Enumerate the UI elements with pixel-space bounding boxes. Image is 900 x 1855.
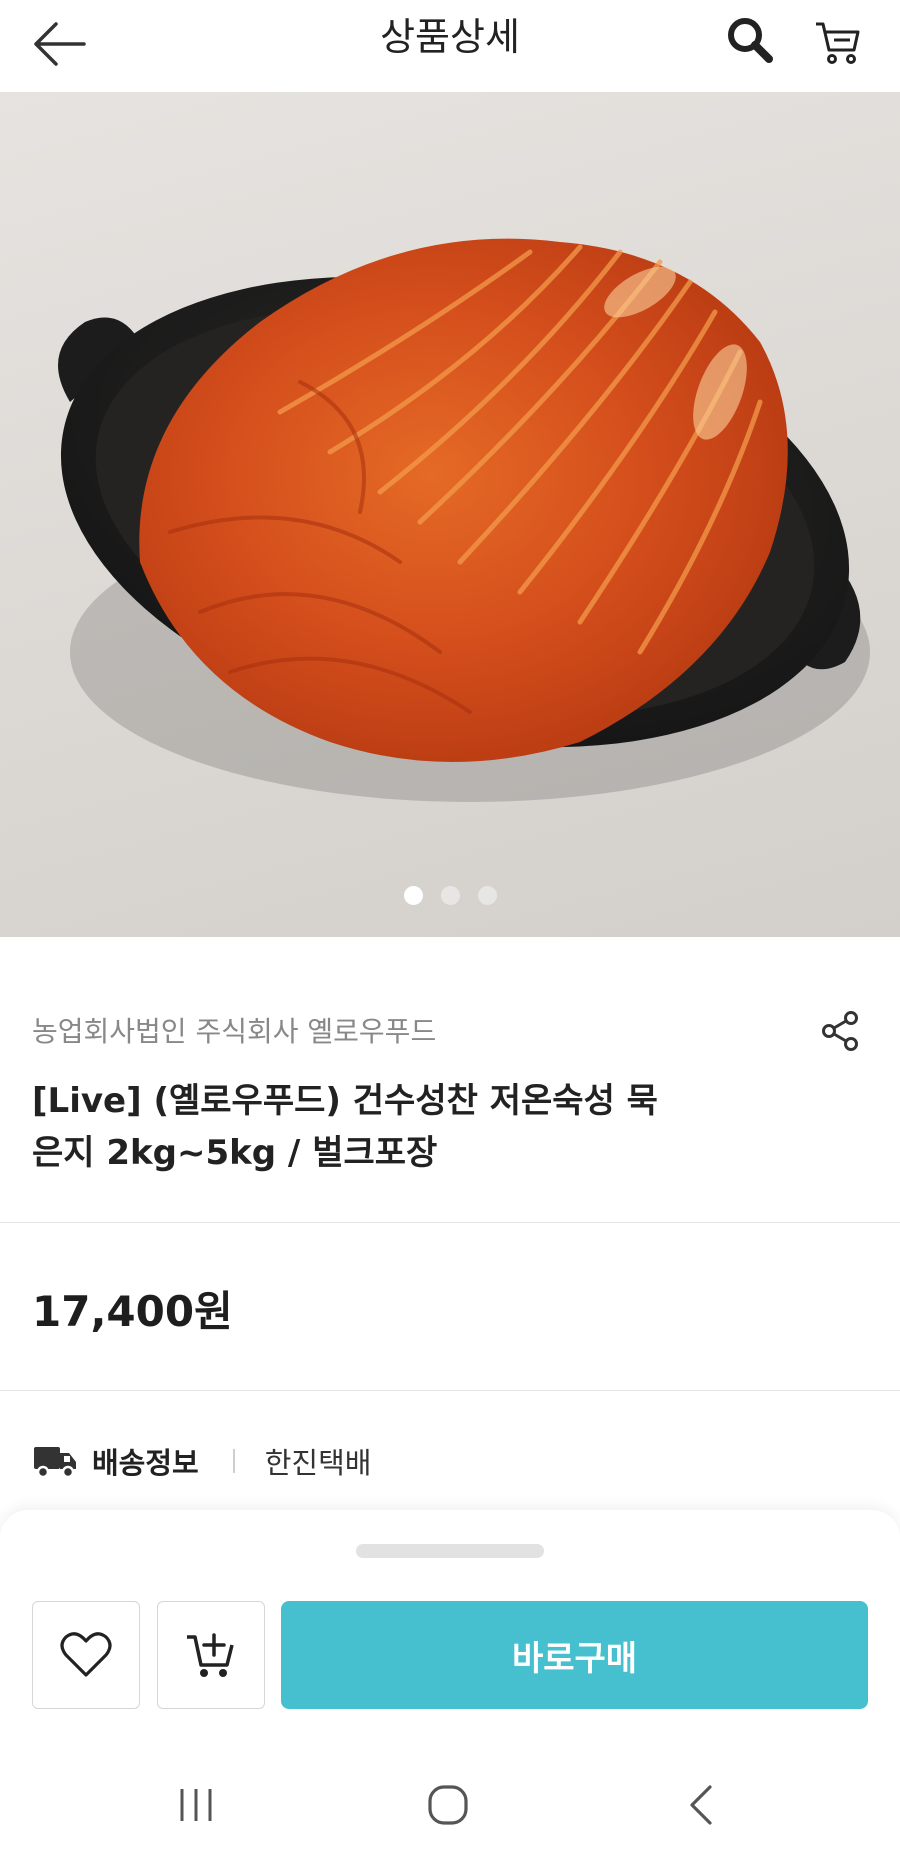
nav-back-icon (690, 1785, 712, 1825)
cart-icon (816, 22, 860, 64)
search-icon (728, 18, 773, 63)
add-to-cart-button[interactable] (157, 1601, 265, 1709)
heart-icon (60, 1632, 112, 1677)
recent-apps-icon (180, 1789, 212, 1821)
divider (0, 1222, 900, 1223)
carousel-indicator (0, 886, 900, 906)
wishlist-button[interactable] (32, 1601, 140, 1709)
kimchi-product-image (58, 238, 870, 802)
home-button[interactable] (418, 1775, 478, 1835)
share-icon (822, 1011, 858, 1051)
seller-name[interactable]: 농업회사법인 주식회사 옐로우푸드 (32, 1010, 436, 1050)
product-price: 17,400원 (32, 1287, 233, 1336)
product-title: [Live] (옐로우푸드) 건수성찬 저온숙성 묵 은지 2kg~5kg / … (32, 1075, 752, 1179)
truck-icon (34, 1447, 76, 1479)
sheet-drag-handle[interactable] (356, 1544, 544, 1558)
recent-apps-button[interactable] (166, 1775, 226, 1835)
product-image-carousel[interactable] (0, 92, 900, 937)
product-title-line: [Live] (옐로우푸드) 건수성찬 저온숙성 묵 (32, 1081, 658, 1121)
system-back-button[interactable] (672, 1775, 732, 1835)
separator (232, 1449, 235, 1473)
divider (0, 1390, 900, 1391)
buy-now-button[interactable]: 바로구매 (281, 1601, 868, 1709)
home-icon (428, 1785, 468, 1825)
carousel-dot[interactable] (477, 886, 497, 905)
cart-plus-icon (187, 1633, 234, 1677)
app-header: 상품상세 (0, 0, 900, 92)
cart-button[interactable] (808, 12, 868, 72)
shipping-label: 배송정보 (92, 1446, 199, 1480)
product-title-line: 은지 2kg~5kg / 벌크포장 (32, 1133, 438, 1173)
search-button[interactable] (722, 12, 778, 68)
shipping-info[interactable]: 배송정보 한진택배 (32, 1436, 371, 1486)
shipping-carrier: 한진택배 (264, 1446, 372, 1480)
carousel-dot[interactable] (440, 886, 460, 905)
share-button[interactable] (818, 1008, 864, 1054)
carousel-dot[interactable] (403, 886, 423, 905)
